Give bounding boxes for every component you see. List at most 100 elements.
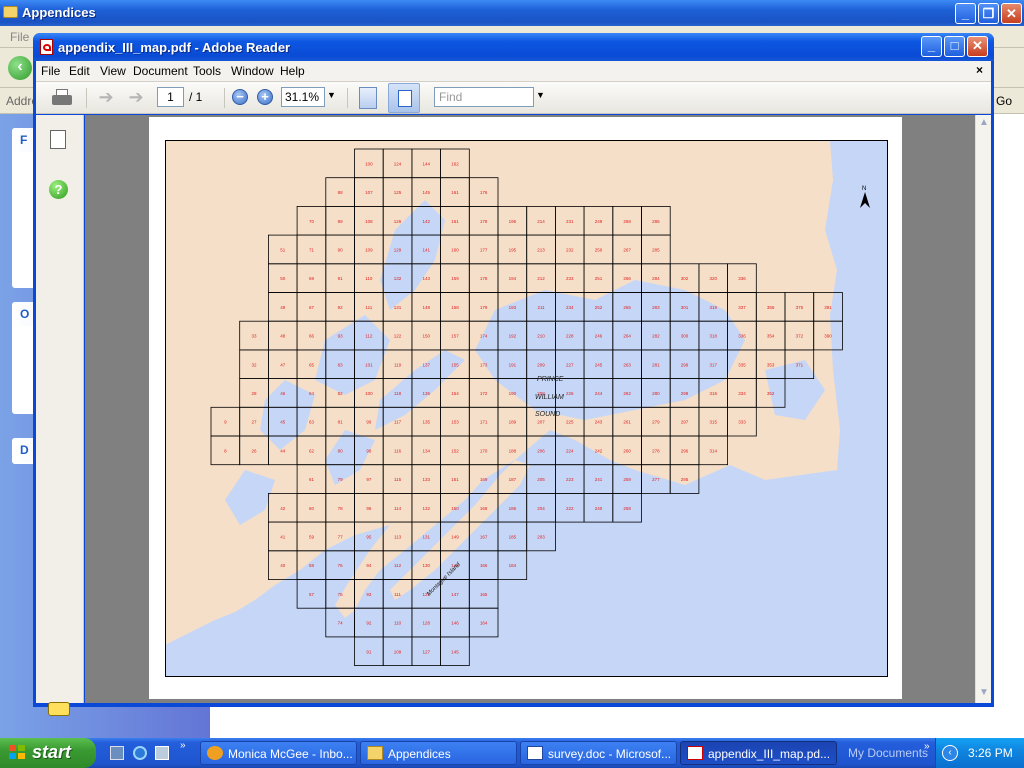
reader-title-bar[interactable]: appendix_III_map.pdf - Adobe Reader _ □ … [33,33,994,61]
grid-cell-number: 166 [480,563,488,568]
menu-help[interactable]: Help [280,64,305,78]
reader-maximize-button[interactable]: □ [944,36,965,57]
pdf-icon [687,746,703,760]
grid-cell-number: 136 [422,391,430,396]
my-documents-toolbar[interactable]: My Documents [848,746,928,760]
show-desktop-icon[interactable] [155,746,169,760]
pdf-icon [40,39,53,55]
previous-page-icon[interactable]: ➔ [96,86,116,110]
navigation-pane: ? [36,115,84,716]
grid-cell-number: 249 [595,219,603,224]
grid-cell-number: 70 [309,219,315,224]
explorer-minimize-button[interactable]: _ [955,3,976,24]
grid-cell-number: 122 [394,334,402,339]
grid-cell-number: 147 [451,592,459,597]
menu-tools[interactable]: Tools [193,64,221,78]
grid-cell-number: 126 [394,219,402,224]
grid-cell-number: 27 [252,420,258,425]
water-label-william: WILLIAM [535,394,564,401]
comments-icon[interactable] [48,702,70,716]
menu-view[interactable]: View [100,64,126,78]
grid-cell-number: 32 [252,362,258,367]
grid-cell-number: 169 [480,477,488,482]
back-arrow-icon[interactable]: ‹ [8,56,32,80]
grid-cell-number: 26 [252,448,258,453]
zoom-level-input[interactable]: 31.1% [281,87,325,107]
grid-cell-number: 372 [796,334,804,339]
task-button-appendices[interactable]: Appendices [360,741,517,765]
print-icon[interactable] [50,86,74,110]
grid-cell-number: 132 [422,506,430,511]
grid-cell-number: 150 [451,506,459,511]
grid-cell-number: 119 [394,362,402,367]
menu-edit[interactable]: Edit [69,64,90,78]
internet-explorer-icon[interactable] [133,746,147,760]
grid-cell-number: 214 [537,219,545,224]
toolbar-more-icon[interactable]: » [924,741,930,752]
task-button-pdf[interactable]: appendix_III_map.pd... [680,741,837,765]
grid-cell-number: 286 [652,219,660,224]
quicklaunch-device-icon[interactable] [110,746,124,760]
help-icon[interactable]: ? [49,180,68,199]
page-number-input[interactable]: 1 [157,87,184,107]
grid-cell-number: 354 [767,334,775,339]
grid-cell-number: 223 [566,477,574,482]
grid-cell-number: 92 [366,621,372,626]
start-button[interactable]: start [0,738,96,768]
menu-window[interactable]: Window [231,64,274,78]
task-button-email[interactable]: Monica McGee - Inbo... [200,741,357,765]
menu-document[interactable]: Document [133,64,188,78]
grid-cell-number: 95 [366,534,372,539]
grid-cell-number: 158 [451,305,459,310]
quicklaunch-more-icon[interactable]: » [180,740,186,751]
start-label: start [32,742,72,762]
grid-cell-number: 297 [681,420,689,425]
pages-icon[interactable] [46,130,66,153]
clock[interactable]: 3:26 PM [968,746,1013,760]
grid-cell-number: 112 [394,563,402,568]
find-dropdown-arrow-icon[interactable]: ▼ [536,90,545,100]
explorer-close-button[interactable]: ✕ [1001,3,1022,24]
reader-close-button[interactable]: ✕ [967,36,988,57]
grid-cell-number: 315 [709,420,717,425]
grid-cell-number: 314 [709,448,717,453]
menu-file[interactable]: File [41,64,60,78]
grid-cell-number: 176 [480,190,488,195]
grid-cell-number: 75 [338,592,344,597]
grid-cell-number: 300 [681,334,689,339]
grid-cell-number: 168 [480,506,488,511]
explorer-title-bar[interactable]: Appendices _ ❐ ✕ [0,0,1024,26]
grid-cell-number: 107 [365,190,373,195]
next-page-icon[interactable]: ➔ [126,86,146,110]
scroll-down-icon[interactable]: ▼ [977,685,991,701]
fit-page-icon[interactable] [388,83,420,113]
grid-cell-number: 179 [480,305,488,310]
grid-cell-number: 189 [509,420,517,425]
grid-cell-number: 278 [652,448,660,453]
go-button[interactable]: Go [996,94,1012,108]
grid-cell-number: 167 [480,534,488,539]
grid-cell-number: 194 [509,276,517,281]
zoom-out-icon[interactable]: − [232,89,248,105]
show-hidden-icons-icon[interactable]: ‹ [942,745,958,761]
fit-width-icon[interactable] [359,87,377,109]
grid-cell-number: 155 [451,362,459,367]
task-button-survey-doc[interactable]: survey.doc - Microsof... [520,741,677,765]
water-label-prince: PRINCE [537,376,564,383]
grid-cell-number: 91 [338,276,344,281]
explorer-menu-file[interactable]: File [10,30,29,44]
find-input[interactable]: Find [434,87,534,107]
vertical-scrollbar[interactable]: ▲ ▼ [975,115,991,703]
grid-cell-number: 109 [394,649,402,654]
grid-cell-number: 174 [480,334,488,339]
scroll-up-icon[interactable]: ▲ [977,115,991,131]
grid-cell-number: 61 [309,477,315,482]
reader-minimize-button[interactable]: _ [921,36,942,57]
zoom-dropdown-arrow-icon[interactable]: ▼ [327,90,336,100]
grid-cell-number: 44 [280,448,286,453]
zoom-in-icon[interactable]: + [257,89,273,105]
explorer-restore-button[interactable]: ❐ [978,3,999,24]
document-close-button[interactable]: × [976,63,983,77]
folder-icon [3,6,18,18]
grid-cell-number: 191 [509,362,517,367]
